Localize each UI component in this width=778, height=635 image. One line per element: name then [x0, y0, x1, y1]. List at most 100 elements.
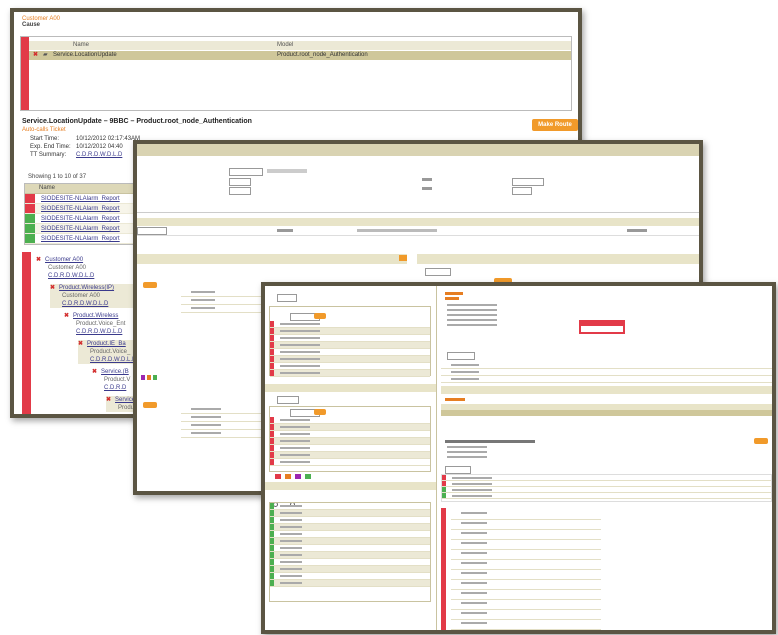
alarm-link[interactable]: SIODESITE-NLAlarm_Report — [41, 194, 120, 204]
tree-node-link[interactable]: Product.Wireless(IP) — [59, 285, 114, 291]
panel-b-row[interactable] — [270, 438, 430, 445]
panel-c-row[interactable] — [270, 510, 430, 517]
tree-mini-node[interactable] — [451, 620, 601, 630]
tree-mini-node[interactable] — [451, 600, 601, 610]
radio-group[interactable] — [273, 494, 303, 507]
filter-select[interactable] — [512, 178, 544, 186]
panel-c-row[interactable] — [270, 538, 430, 545]
alarm-link[interactable]: SIODESITE-NLAlarm_Report — [41, 234, 120, 244]
start-field[interactable] — [512, 187, 532, 195]
alarm-list-row[interactable]: SIODESITE-NLAlarm_Report — [25, 194, 143, 204]
panel-b-row[interactable] — [270, 452, 430, 459]
alarm-list-row[interactable]: SIODESITE-NLAlarm_Report — [25, 234, 143, 244]
panel-b-select[interactable] — [277, 396, 299, 404]
panel-c-row[interactable] — [270, 573, 430, 580]
ticket-select[interactable] — [425, 268, 451, 276]
cause-row[interactable]: ✖ ▰ Service.LocationUpdate Product.root_… — [29, 51, 571, 60]
alarm-status-bar — [25, 214, 35, 223]
tree-node-id[interactable]: C.D.R.D — [92, 384, 130, 392]
alarm-list-row[interactable]: SIODESITE-NLAlarm_Report — [25, 224, 143, 234]
tree-mini-node[interactable] — [451, 550, 601, 560]
alarm-list-row[interactable]: SIODESITE-NLAlarm_Report — [25, 204, 143, 214]
right-table-row[interactable] — [441, 369, 772, 376]
config-row[interactable] — [181, 305, 261, 313]
panel-b-row[interactable] — [270, 459, 430, 466]
panel-c-row[interactable] — [270, 517, 430, 524]
panel-a-row[interactable] — [270, 370, 430, 377]
tree-mini-node[interactable] — [451, 540, 601, 550]
panel-a-search-button[interactable] — [314, 313, 326, 319]
go-button[interactable] — [143, 282, 157, 288]
panel-c-row[interactable] — [270, 559, 430, 566]
panel-c-row[interactable] — [270, 566, 430, 573]
make-route-mini-button[interactable] — [754, 438, 768, 444]
config-table-row[interactable] — [137, 226, 699, 236]
alarm-link[interactable]: SIODESITE-NLAlarm_Report — [41, 224, 120, 234]
close-icon[interactable]: ✖ — [106, 397, 111, 403]
tree-node-id[interactable]: C.D.R.D.W.D.L.D — [78, 356, 136, 364]
config-row[interactable] — [181, 430, 261, 438]
panel-a-row[interactable] — [270, 356, 430, 363]
tree-node-id[interactable]: C.D.R.D.W.D.L.D — [36, 272, 94, 280]
panel-b-row[interactable] — [270, 417, 430, 424]
panel-c-row[interactable] — [270, 552, 430, 559]
tree-node-link[interactable]: Service.(B — [101, 369, 129, 375]
tree-mini-node[interactable] — [451, 570, 601, 580]
alarm-list-row[interactable]: SIODESITE-NLAlarm_Report — [25, 214, 143, 224]
tree-mini-node[interactable] — [451, 510, 601, 520]
make-route-button[interactable]: Make Route — [532, 119, 578, 131]
panel-a-row[interactable] — [270, 363, 430, 370]
right-select[interactable] — [447, 352, 475, 360]
left-section-collapse-icon[interactable] — [399, 255, 407, 261]
close-icon[interactable]: ✖ — [36, 257, 41, 263]
panel-b-row[interactable] — [270, 431, 430, 438]
close-icon[interactable]: ✖ — [33, 51, 38, 60]
panel-a-row[interactable] — [270, 335, 430, 342]
config-row[interactable] — [181, 406, 261, 414]
config-row[interactable] — [181, 414, 261, 422]
panel-c-row[interactable] — [270, 545, 430, 552]
panel-c-row[interactable] — [270, 524, 430, 531]
alarm-link[interactable]: SIODESITE-NLAlarm_Report — [41, 204, 120, 214]
from-field[interactable] — [229, 178, 251, 186]
close-icon[interactable]: ✖ — [50, 285, 55, 291]
tree-mini-node[interactable] — [451, 580, 601, 590]
cause-mini-row[interactable] — [441, 410, 772, 416]
panel-c-row[interactable] — [270, 580, 430, 587]
tree-mini-node[interactable] — [451, 530, 601, 540]
tree-node-link[interactable]: Product.Wireless — [73, 313, 118, 319]
tt-summary-link[interactable]: C.D.R.D.W.D.L.D — [76, 152, 122, 158]
right-table-row[interactable] — [441, 376, 772, 383]
tree-node-link[interactable]: Customer A00 — [45, 257, 83, 263]
panel-b-row[interactable] — [270, 445, 430, 452]
tree-node-link[interactable]: Product.IE_Ba — [87, 341, 126, 347]
panel-b-pager[interactable] — [275, 474, 355, 479]
tree-mini-node[interactable] — [451, 520, 601, 530]
panel-a-row[interactable] — [270, 342, 430, 349]
panel-c-row[interactable] — [270, 531, 430, 538]
panel-a-row[interactable] — [270, 328, 430, 335]
panel-b-row[interactable] — [270, 424, 430, 431]
panel-c-row[interactable] — [270, 503, 430, 510]
close-icon[interactable]: ✖ — [78, 341, 83, 347]
to-field[interactable] — [229, 187, 251, 195]
tree-mini-node[interactable] — [451, 560, 601, 570]
alarm-mini-row[interactable] — [442, 493, 771, 499]
alarm-link[interactable]: SIODESITE-NLAlarm_Report — [41, 214, 120, 224]
config-row[interactable] — [181, 422, 261, 430]
panel-b-search-button[interactable] — [314, 409, 326, 415]
tree-mini-node[interactable] — [451, 590, 601, 600]
go-button-2[interactable] — [143, 402, 157, 408]
tree-node-id[interactable]: C.D.R.D.W.D.L.D — [50, 300, 114, 308]
tree-node-id[interactable]: C.D.R.D.W.D.L.D — [64, 328, 125, 336]
close-icon[interactable]: ✖ — [92, 369, 97, 375]
panel-a-row[interactable] — [270, 321, 430, 328]
search-field[interactable] — [277, 294, 297, 302]
config-row[interactable] — [181, 297, 261, 305]
right-table-row[interactable] — [441, 362, 772, 369]
panel-a-row[interactable] — [270, 349, 430, 356]
type-select[interactable] — [229, 168, 263, 176]
close-icon[interactable]: ✖ — [64, 313, 69, 319]
tree-mini-node[interactable] — [451, 610, 601, 620]
config-row[interactable] — [181, 289, 261, 297]
